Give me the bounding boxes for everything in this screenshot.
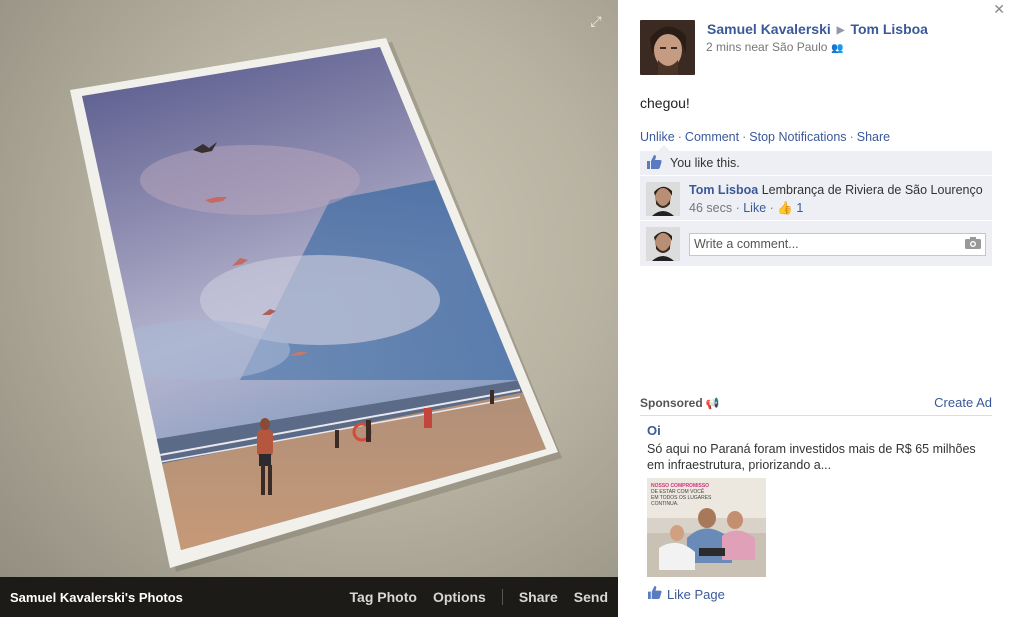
like-summary-text: You like this. xyxy=(670,156,740,170)
comment-item: Tom Lisboa Lembrança de Riviera de São L… xyxy=(640,176,992,221)
unlike-link[interactable]: Unlike xyxy=(640,130,675,144)
post-side-panel: ✕ Samuel Kavalerski ▶ Tom Lisboa 2 mins ne… xyxy=(618,0,1009,617)
post-message: chegou! xyxy=(640,95,690,111)
share-link[interactable]: Share xyxy=(857,130,890,144)
album-title-link[interactable]: Samuel Kavalerski's Photos xyxy=(10,590,334,605)
close-icon[interactable]: ✕ xyxy=(993,1,1005,18)
photo-action-bar: Samuel Kavalerski's Photos Tag Photo Opt… xyxy=(0,577,618,617)
separator-dot: · xyxy=(742,130,747,144)
thumbs-up-icon xyxy=(646,154,664,172)
separator-dot: · xyxy=(769,201,774,215)
separator-dot: · xyxy=(677,130,682,144)
divider xyxy=(501,589,503,605)
sponsored-header: Sponsored 📢 Create Ad xyxy=(640,395,992,416)
tag-photo-button[interactable]: Tag Photo xyxy=(350,589,417,605)
comment-input-box[interactable] xyxy=(689,232,986,256)
comment-like-count-value: 1 xyxy=(796,201,804,215)
thumbs-up-icon: 👍 xyxy=(777,201,793,215)
send-photo-button[interactable]: Send xyxy=(574,589,608,605)
caret xyxy=(658,145,670,151)
ad-caption-line: CONTINUA. xyxy=(651,501,679,507)
post-actions: Unlike · Comment · Stop Notifications · Share xyxy=(640,130,890,144)
comment-link[interactable]: Comment xyxy=(685,130,739,144)
expand-icon[interactable]: ⤢ xyxy=(588,13,604,29)
author-link[interactable]: Samuel Kavalerski xyxy=(707,21,831,37)
post-header: Samuel Kavalerski ▶ Tom Lisboa xyxy=(707,21,928,37)
comment-composer xyxy=(640,221,992,266)
separator-dot: · xyxy=(735,201,740,215)
like-page-link[interactable]: Like Page xyxy=(667,587,725,602)
avatar xyxy=(646,227,680,261)
people-icon[interactable]: 👥 xyxy=(831,43,843,54)
recipient-link[interactable]: Tom Lisboa xyxy=(850,21,928,37)
comment-author-link[interactable]: Tom Lisboa xyxy=(689,183,758,197)
post-meta: 2 mins near São Paulo 👥 xyxy=(706,40,844,54)
stop-notifications-link[interactable]: Stop Notifications xyxy=(749,130,846,144)
like-summary: You like this. xyxy=(640,151,992,176)
photo-stage[interactable]: ⤢ Samuel Kavalerski's Photos Tag Photo O… xyxy=(0,0,618,617)
ad-image[interactable]: NOSSO COMPROMISSO DE ESTAR COM VOCÊ EM T… xyxy=(647,478,766,577)
options-button[interactable]: Options xyxy=(433,589,486,605)
avatar[interactable] xyxy=(646,182,680,216)
megaphone-icon: 📢 xyxy=(705,397,720,410)
comment-meta: 46 secs · Like · 👍 1 xyxy=(689,200,983,216)
sponsored-label: Sponsored xyxy=(640,395,703,410)
create-ad-link[interactable]: Create Ad xyxy=(934,395,992,410)
avatar[interactable] xyxy=(640,20,695,75)
like-page-button[interactable]: Like Page xyxy=(647,586,992,602)
comment-body: Tom Lisboa Lembrança de Riviera de São L… xyxy=(689,182,983,216)
feedback-box: You like this. Tom Lisboa Lembrança de R… xyxy=(640,145,992,266)
share-photo-button[interactable]: Share xyxy=(519,589,558,605)
comment-text: Lembrança de Riviera de São Lourenço xyxy=(761,183,983,197)
arrow-right-icon: ▶ xyxy=(836,25,845,36)
thumbs-up-icon xyxy=(647,586,662,602)
comment-like-count[interactable]: 👍 1 xyxy=(777,201,803,215)
ad-text[interactable]: Só aqui no Paraná foram investidos mais … xyxy=(647,441,992,473)
ad-title-link[interactable]: Oi xyxy=(647,423,661,438)
separator-dot: · xyxy=(849,130,854,144)
photo-image[interactable] xyxy=(0,0,618,577)
sponsored-section: Sponsored 📢 Create Ad Oi Só aqui no Paran… xyxy=(640,395,992,602)
ad-caption-line: DE ESTAR COM VOCÊ xyxy=(651,487,705,495)
comment-like-link[interactable]: Like xyxy=(743,201,766,215)
comment-timestamp[interactable]: 46 secs xyxy=(689,201,732,215)
post-timestamp[interactable]: 2 mins near São Paulo xyxy=(706,40,827,54)
camera-icon[interactable] xyxy=(965,236,981,252)
comment-input[interactable] xyxy=(694,237,965,251)
